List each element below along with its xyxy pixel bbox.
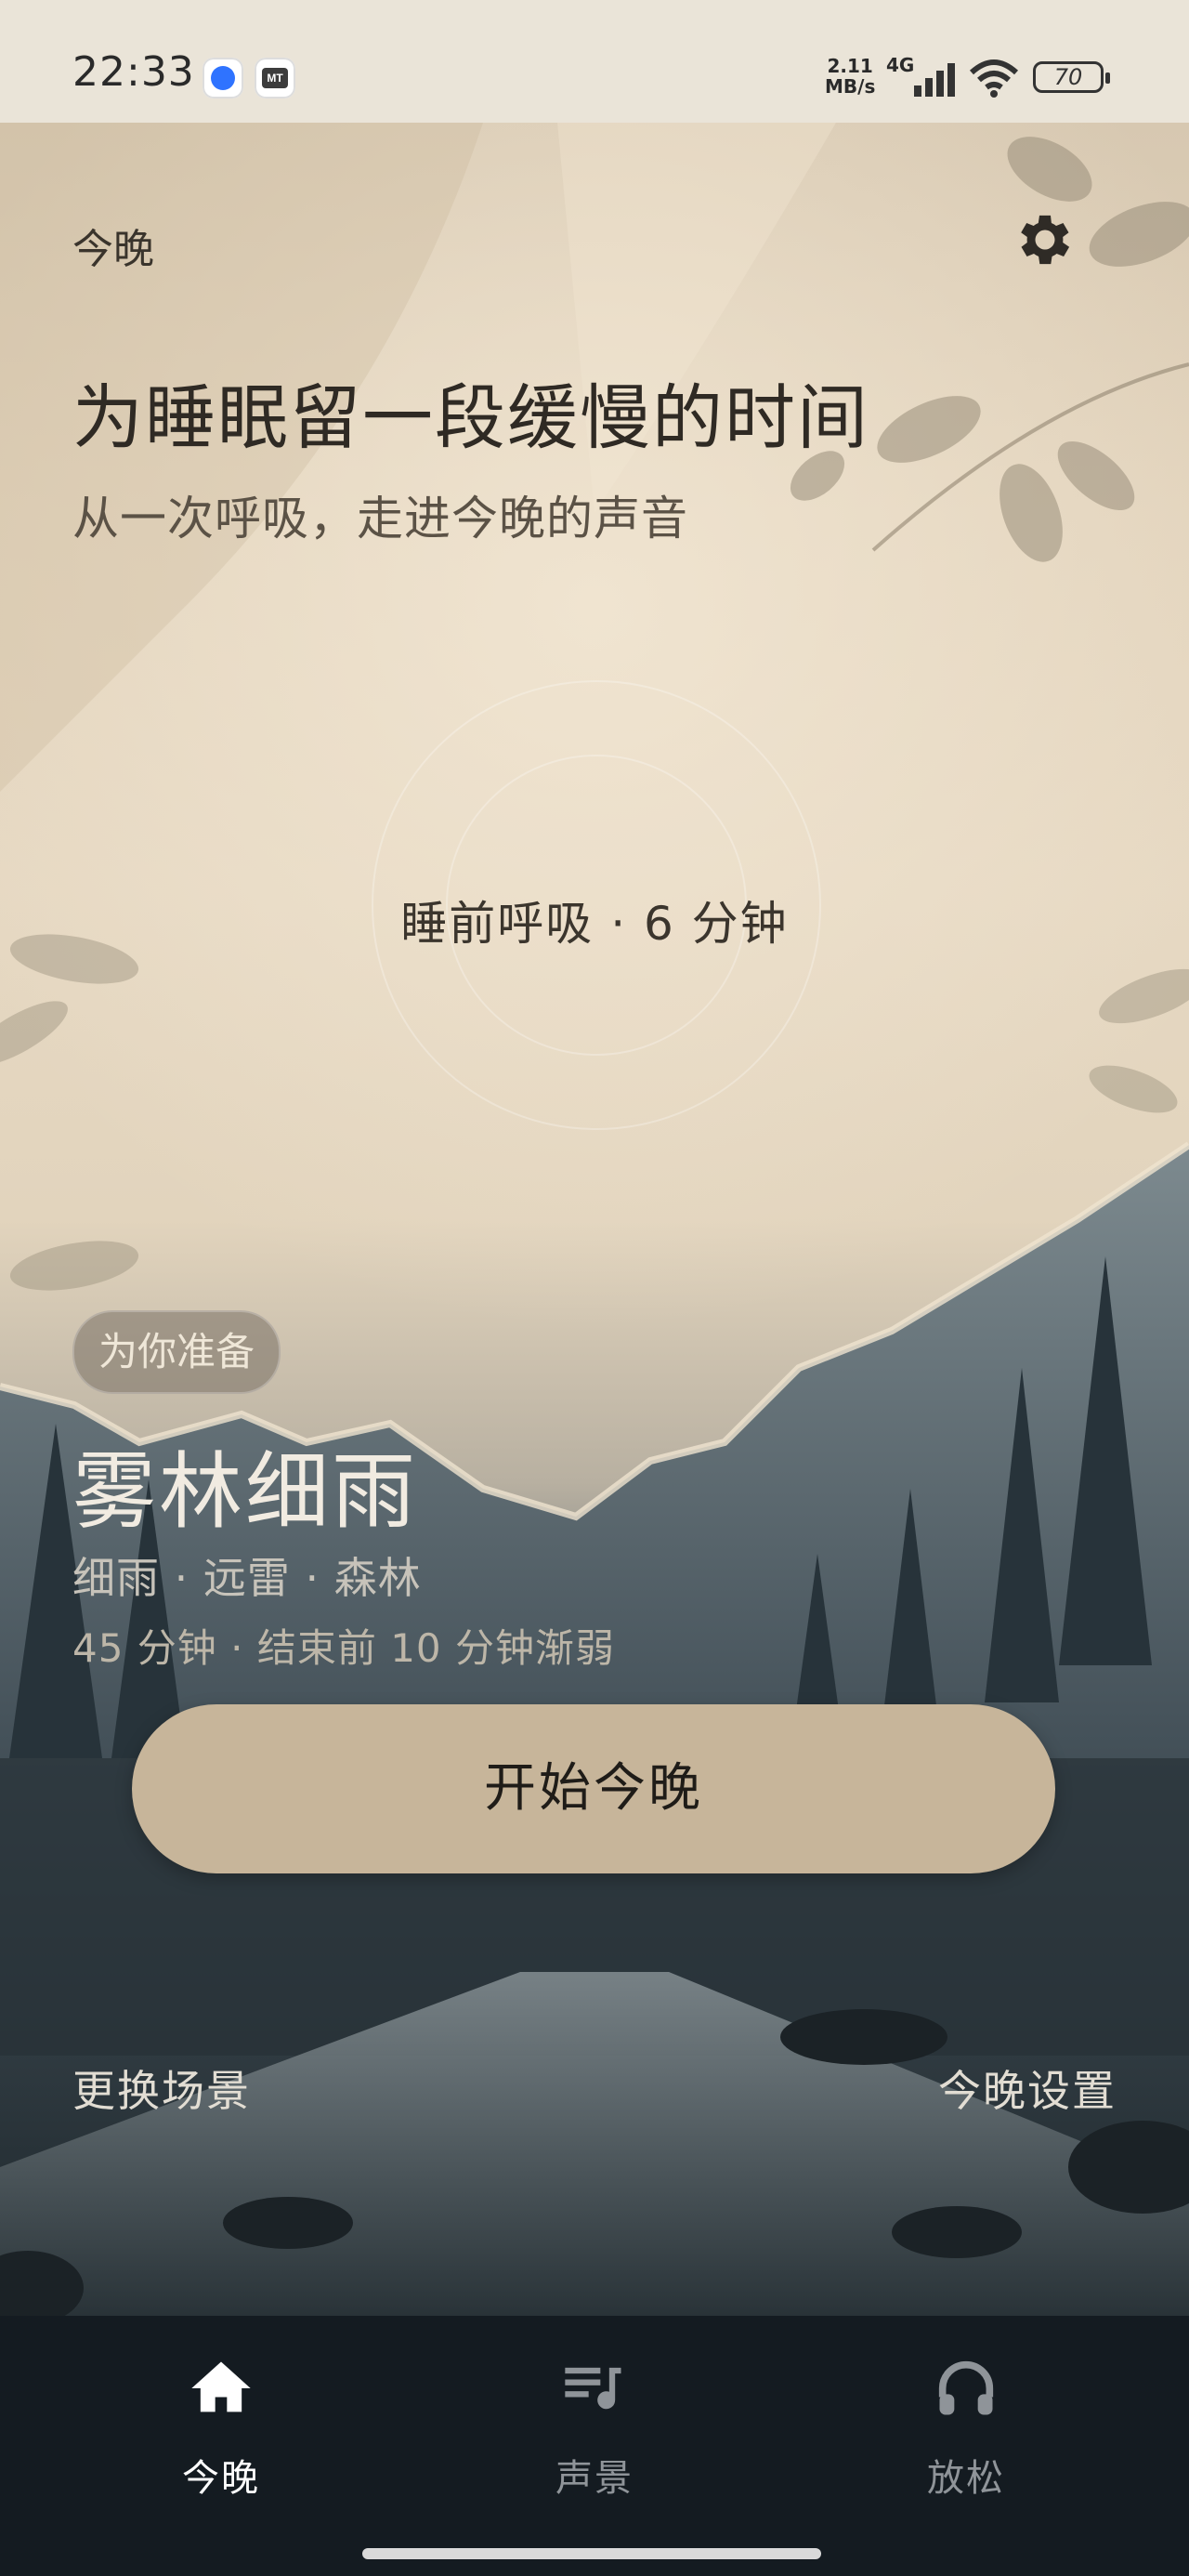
signal-icon bbox=[914, 63, 955, 97]
network-speed-value: 2.11 bbox=[827, 55, 873, 77]
nav-item-tonight[interactable]: 今晚 bbox=[82, 2353, 360, 2502]
recommendation-badge: 为你准备 bbox=[72, 1310, 281, 1394]
home-indicator[interactable] bbox=[362, 2548, 821, 2559]
nav-label: 今晚 bbox=[182, 2457, 260, 2500]
playlist-music-icon bbox=[565, 2367, 621, 2410]
page-title: 今晚 bbox=[72, 226, 154, 273]
change-scene-link[interactable]: 更换场景 bbox=[72, 2057, 251, 2119]
breath-session-button[interactable]: 睡前呼吸 · 6 分钟 bbox=[0, 887, 1189, 953]
status-bar: 22:33 2.11 MB/s 4G 70 bbox=[0, 0, 1189, 123]
scene-title: 雾林细雨 bbox=[72, 1443, 418, 1541]
home-icon bbox=[191, 2361, 251, 2412]
gear-icon[interactable] bbox=[1009, 206, 1076, 273]
status-time: 22:33 bbox=[72, 48, 195, 96]
nav-label: 声景 bbox=[555, 2457, 634, 2500]
bottom-nav: 今晚 声景 放松 bbox=[0, 2316, 1189, 2576]
scene-tags: 细雨 · 远雷 · 森林 bbox=[72, 1553, 422, 1603]
network-speed: 2.11 MB/s bbox=[825, 56, 875, 97]
mt-app-icon bbox=[255, 58, 295, 99]
hero-scene: 今晚 为睡眠留一段缓慢的时间 从一次呼吸，走进今晚的声音 睡前呼吸 · 6 分钟… bbox=[0, 123, 1189, 2316]
scene-meta: 45 分钟 · 结束前 10 分钟渐弱 bbox=[72, 1625, 615, 1671]
start-tonight-button[interactable]: 开始今晚 bbox=[132, 1704, 1055, 1873]
nav-item-soundscape[interactable]: 声景 bbox=[455, 2353, 734, 2502]
tonight-settings-link[interactable]: 今晚设置 bbox=[938, 2057, 1117, 2119]
network-speed-unit: MB/s bbox=[825, 75, 876, 98]
nav-item-relax[interactable]: 放松 bbox=[827, 2353, 1105, 2502]
notification-app-icon bbox=[203, 58, 243, 99]
nav-label: 放松 bbox=[927, 2457, 1005, 2500]
headphones-icon bbox=[938, 2360, 994, 2415]
battery-indicator: 70 bbox=[1033, 61, 1110, 93]
hero-headline: 为睡眠留一段缓慢的时间 bbox=[72, 376, 869, 459]
wifi-icon bbox=[969, 59, 1019, 98]
hero-subhead: 从一次呼吸，走进今晚的声音 bbox=[72, 492, 688, 545]
